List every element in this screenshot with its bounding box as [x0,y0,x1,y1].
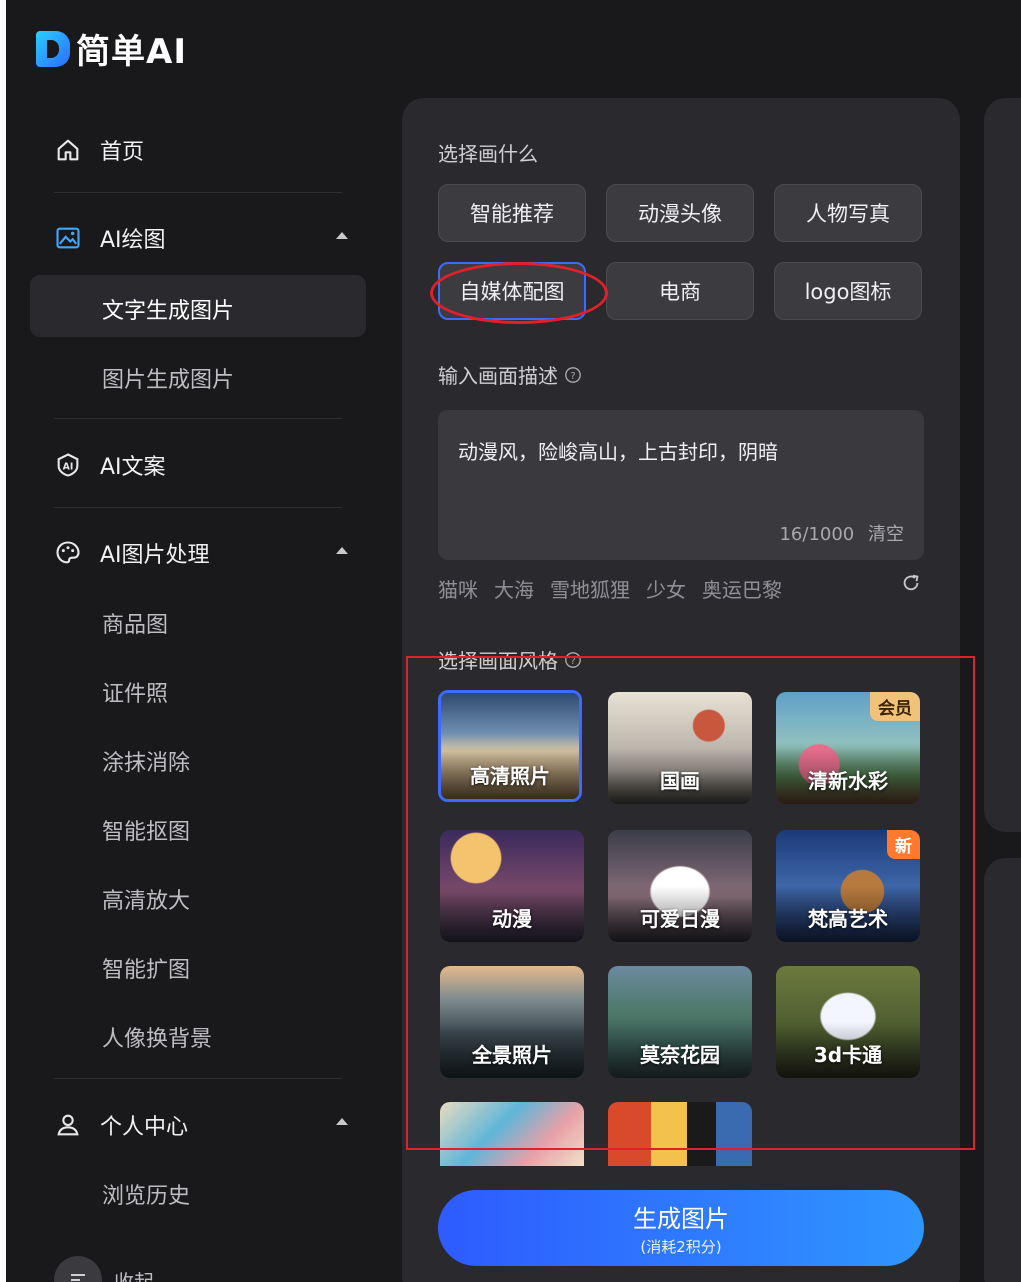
type-media-illustration[interactable]: 自媒体配图 [438,262,586,320]
svg-text:AI: AI [63,462,74,473]
nav-ai-copy[interactable]: AI AI文案 [54,449,166,481]
style-panorama[interactable]: 全景照片 [440,966,584,1078]
style-label: 国画 [660,769,700,793]
help-icon[interactable]: ? [564,366,582,384]
nav-personal-label: 个人中心 [100,1115,189,1140]
nav-ai-copy-label: AI文案 [100,455,166,480]
right-panel [984,98,1021,832]
prompt-text: 动漫风，险峻高山，上古封印，阴暗 [458,440,778,464]
svg-text:?: ? [570,371,575,382]
sidebar-item-id-photo[interactable]: 证件照 [102,676,168,708]
logo-mark-icon [36,30,70,67]
palette-icon [56,541,80,564]
prompt-input[interactable]: 动漫风，险峻高山，上古封印，阴暗 16/1000 清空 [438,410,924,560]
vip-badge: 会员 [870,692,920,721]
generate-button[interactable]: 生成图片 (消耗2积分) [438,1190,924,1266]
type-logo[interactable]: logo图标 [774,262,922,320]
cubism-thumbnail [608,1102,752,1166]
chevron-up-icon[interactable] [336,1118,348,1125]
type-anime-avatar[interactable]: 动漫头像 [606,184,754,242]
illustration-thumbnail [440,1102,584,1166]
sidebar-item-portrait-bg[interactable]: 人像换背景 [102,1021,212,1053]
collapse-icon [54,1256,102,1282]
brand-name: 简单AI [76,32,187,72]
style-label: 清新水彩 [808,769,888,793]
collapse-button[interactable]: 收起 [54,1256,154,1282]
style-card-partial[interactable] [608,1102,752,1166]
help-icon[interactable]: ? [564,651,582,669]
nav-ai-drawing-label: AI绘图 [100,228,166,253]
prompt-counter: 16/1000 清空 [771,520,904,546]
sidebar-item-upscale[interactable]: 高清放大 [102,883,190,915]
type-smart-recommend[interactable]: 智能推荐 [438,184,586,242]
image-icon [56,227,80,249]
suggestion-sea[interactable]: 大海 [494,574,534,603]
home-icon [57,139,79,161]
nav-ai-image-label: AI图片处理 [100,543,210,568]
sidebar-item-cutout[interactable]: 智能抠图 [102,814,190,846]
style-label: 高清照片 [470,764,550,788]
section-title-desc-label: 输入画面描述 [438,364,558,388]
app-window: 简单AI 首页 AI绘图 文字生成图片 图片生成图片 AI AI文案 AI图片处… [6,0,1021,1282]
divider [54,507,342,508]
sidebar-item-text-to-image-label: 文字生成图片 [102,299,235,324]
style-hd-photo[interactable]: 高清照片 [438,690,582,802]
section-title-style: 选择画面风格 ? [438,645,582,674]
nav-personal[interactable]: 个人中心 [54,1109,188,1141]
suggestion-girl[interactable]: 少女 [646,574,686,603]
section-title-desc: 输入画面描述 ? [438,360,582,389]
style-van-gogh[interactable]: 梵高艺术 新 [776,830,920,942]
collapse-label: 收起 [114,1269,154,1282]
suggestion-list: 猫咪 大海 雪地狐狸 少女 奥运巴黎 [438,574,798,603]
divider [54,192,342,193]
nav-home-label: 首页 [100,140,145,165]
style-cute-anime[interactable]: 可爱日漫 [608,830,752,942]
sidebar-item-history[interactable]: 浏览历史 [102,1178,190,1210]
style-label: 莫奈花园 [640,1043,720,1067]
sidebar-item-expand[interactable]: 智能扩图 [102,952,190,984]
divider [54,418,342,419]
type-ecommerce[interactable]: 电商 [606,262,754,320]
suggestion-cat[interactable]: 猫咪 [438,574,478,603]
user-icon [57,1114,79,1136]
style-label: 梵高艺术 [808,907,888,931]
sidebar-item-erase[interactable]: 涂抹消除 [102,745,190,777]
style-3d-cartoon[interactable]: 3d卡通 [776,966,920,1078]
chevron-up-icon[interactable] [336,547,348,554]
nav-ai-image[interactable]: AI图片处理 [54,537,210,569]
brand-logo[interactable]: 简单AI [36,24,187,73]
style-watercolor[interactable]: 清新水彩 会员 [776,692,920,804]
right-panel-lower [984,858,1021,1282]
sidebar-item-image-to-image[interactable]: 图片生成图片 [102,362,234,394]
refresh-icon[interactable] [900,572,922,594]
style-label: 可爱日漫 [640,907,720,931]
style-monet[interactable]: 莫奈花园 [608,966,752,1078]
style-label: 3d卡通 [813,1043,883,1067]
section-title-what-label: 选择画什么 [438,142,538,166]
svg-text:?: ? [570,656,575,667]
nav-home[interactable]: 首页 [54,134,144,166]
new-badge: 新 [887,830,920,859]
generate-label: 生成图片 [633,1205,729,1233]
style-chinese-painting[interactable]: 国画 [608,692,752,804]
divider [54,1078,342,1079]
chevron-up-icon[interactable] [336,232,348,239]
suggestion-paris-olympics[interactable]: 奥运巴黎 [702,574,782,603]
sidebar-item-product-image[interactable]: 商品图 [102,607,168,639]
char-count: 16/1000 [779,524,855,545]
style-label: 动漫 [492,907,532,931]
generate-cost: (消耗2积分) [640,1238,722,1256]
style-anime[interactable]: 动漫 [440,830,584,942]
style-card-partial[interactable] [440,1102,584,1166]
type-portrait[interactable]: 人物写真 [774,184,922,242]
ai-shield-icon: AI [57,453,79,477]
style-label: 全景照片 [472,1043,552,1067]
clear-button[interactable]: 清空 [868,524,904,545]
section-title-style-label: 选择画面风格 [438,649,558,673]
suggestion-snow-fox[interactable]: 雪地狐狸 [550,574,630,603]
section-title-what: 选择画什么 [438,138,538,167]
nav-ai-drawing[interactable]: AI绘图 [54,222,166,254]
